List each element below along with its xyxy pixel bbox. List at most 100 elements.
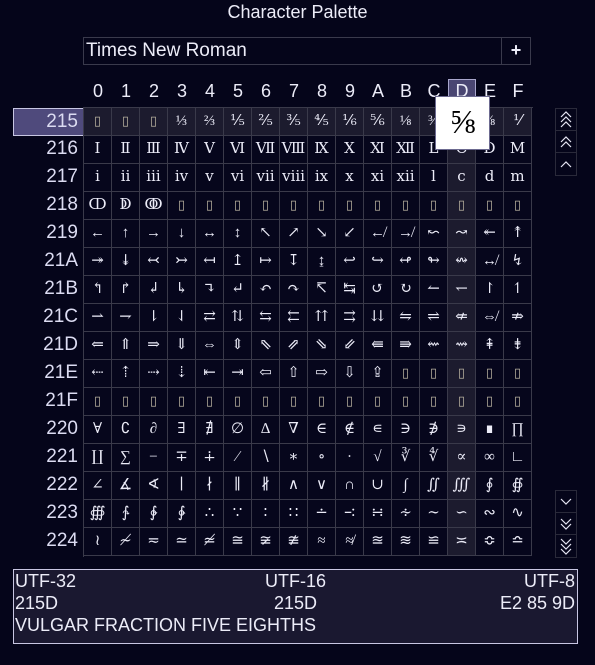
character-cell[interactable]: ≁ — [112, 528, 140, 556]
character-cell[interactable]: ↼ — [420, 276, 448, 304]
character-cell[interactable]: ∃ — [168, 416, 196, 444]
character-cell[interactable]: ↝ — [448, 220, 476, 248]
character-cell[interactable]: ⅚ — [364, 108, 392, 136]
character-cell[interactable]: ▯ — [448, 360, 476, 388]
line-down-button[interactable] — [556, 491, 576, 513]
character-cell[interactable]: ▯ — [252, 192, 280, 220]
character-cell[interactable]: ⇁ — [112, 304, 140, 332]
character-cell[interactable]: ↠ — [84, 248, 112, 276]
character-cell[interactable]: ≋ — [392, 528, 420, 556]
character-cell[interactable]: ↪ — [364, 248, 392, 276]
character-cell[interactable]: ↛ — [392, 220, 420, 248]
character-cell[interactable]: ▯ — [364, 192, 392, 220]
character-cell[interactable]: ∭ — [448, 472, 476, 500]
character-cell[interactable]: ∐ — [84, 444, 112, 472]
character-cell[interactable]: ▯ — [504, 360, 532, 388]
character-cell[interactable]: ▯ — [224, 192, 252, 220]
character-cell[interactable]: ⇛ — [392, 332, 420, 360]
character-cell[interactable]: ⇂ — [140, 304, 168, 332]
character-cell[interactable]: ⇑ — [112, 332, 140, 360]
character-cell[interactable]: ⇦ — [252, 360, 280, 388]
character-cell[interactable]: ↻ — [392, 276, 420, 304]
character-cell[interactable]: ⇧ — [280, 360, 308, 388]
character-cell[interactable]: ▯ — [504, 192, 532, 220]
column-header[interactable]: 7 — [280, 79, 308, 104]
character-cell[interactable]: ∘ — [308, 444, 336, 472]
character-cell[interactable]: ⇙ — [336, 332, 364, 360]
character-cell[interactable]: ↓ — [168, 220, 196, 248]
character-cell[interactable]: ↀ — [84, 192, 112, 220]
character-cell[interactable]: ⅷ — [280, 164, 308, 192]
character-cell[interactable]: ∕ — [224, 444, 252, 472]
character-cell[interactable]: ⇞ — [476, 332, 504, 360]
line-up-button[interactable] — [556, 153, 576, 175]
character-cell[interactable]: ∇ — [280, 416, 308, 444]
character-cell[interactable]: ↭ — [448, 248, 476, 276]
character-cell[interactable]: ∄ — [196, 416, 224, 444]
character-cell[interactable]: ↮ — [476, 248, 504, 276]
row-header[interactable]: 21C — [13, 304, 84, 332]
character-cell[interactable]: ↷ — [280, 276, 308, 304]
character-cell[interactable]: √ — [364, 444, 392, 472]
character-cell[interactable]: ∀ — [84, 416, 112, 444]
column-header[interactable]: 6 — [252, 79, 280, 104]
character-cell[interactable]: ↲ — [140, 276, 168, 304]
character-cell[interactable]: ⇆ — [252, 304, 280, 332]
character-cell[interactable]: Ⅱ — [112, 136, 140, 164]
character-cell[interactable]: ⅹ — [336, 164, 364, 192]
character-cell[interactable]: ≏ — [504, 528, 532, 556]
character-cell[interactable]: ⇒ — [140, 332, 168, 360]
character-cell[interactable]: ↟ — [504, 220, 532, 248]
character-cell[interactable]: ▯ — [84, 388, 112, 416]
character-cell[interactable]: ▯ — [112, 108, 140, 136]
column-header[interactable]: 5 — [224, 79, 252, 104]
character-cell[interactable]: ∓ — [168, 444, 196, 472]
character-cell[interactable]: ▯ — [420, 360, 448, 388]
scroll-to-top-button[interactable] — [556, 109, 576, 131]
character-cell[interactable]: ↞ — [476, 220, 504, 248]
character-cell[interactable]: ∮ — [476, 472, 504, 500]
character-cell[interactable]: ∨ — [308, 472, 336, 500]
character-cell[interactable]: ∺ — [364, 500, 392, 528]
character-cell[interactable]: ∜ — [420, 444, 448, 472]
character-cell[interactable]: ⅴ — [196, 164, 224, 192]
character-cell[interactable]: ▯ — [252, 388, 280, 416]
character-cell[interactable]: ▯ — [196, 192, 224, 220]
column-header[interactable]: 4 — [196, 79, 224, 104]
character-cell[interactable]: ⇊ — [364, 304, 392, 332]
character-cell[interactable]: ▯ — [308, 192, 336, 220]
column-header[interactable]: 9 — [336, 79, 364, 104]
character-cell[interactable]: ∿ — [504, 500, 532, 528]
character-cell[interactable]: ⇤ — [196, 360, 224, 388]
character-cell[interactable]: Ⅻ — [392, 136, 420, 164]
character-cell[interactable]: ⇩ — [336, 360, 364, 388]
character-cell[interactable]: ↳ — [168, 276, 196, 304]
row-header[interactable]: 21F — [13, 388, 84, 416]
character-cell[interactable]: ↧ — [280, 248, 308, 276]
character-cell[interactable]: ⅱ — [112, 164, 140, 192]
character-cell[interactable]: ∉ — [336, 416, 364, 444]
row-header[interactable]: 222 — [13, 472, 84, 500]
character-cell[interactable]: ▯ — [336, 388, 364, 416]
row-header[interactable]: 216 — [13, 136, 84, 164]
character-cell[interactable]: ∢ — [140, 472, 168, 500]
character-cell[interactable]: ⇟ — [504, 332, 532, 360]
character-cell[interactable]: Ⅲ — [140, 136, 168, 164]
character-cell[interactable]: ⇄ — [196, 304, 224, 332]
character-cell[interactable]: ↺ — [364, 276, 392, 304]
character-cell[interactable]: ▯ — [392, 192, 420, 220]
character-cell[interactable]: ∅ — [224, 416, 252, 444]
row-header[interactable]: 219 — [13, 220, 84, 248]
character-cell[interactable]: ▯ — [476, 388, 504, 416]
character-cell[interactable]: ∋ — [392, 416, 420, 444]
character-cell[interactable]: ∯ — [504, 472, 532, 500]
character-cell[interactable]: Ⅺ — [364, 136, 392, 164]
character-cell[interactable]: ∔ — [196, 444, 224, 472]
character-cell[interactable]: ∵ — [224, 500, 252, 528]
character-cell[interactable]: ⇃ — [168, 304, 196, 332]
character-cell[interactable]: ⅛ — [392, 108, 420, 136]
column-header[interactable]: 1 — [112, 79, 140, 104]
character-cell[interactable]: ∑ — [112, 444, 140, 472]
character-cell[interactable]: ⅕ — [224, 108, 252, 136]
character-cell[interactable]: ⅿ — [504, 164, 532, 192]
